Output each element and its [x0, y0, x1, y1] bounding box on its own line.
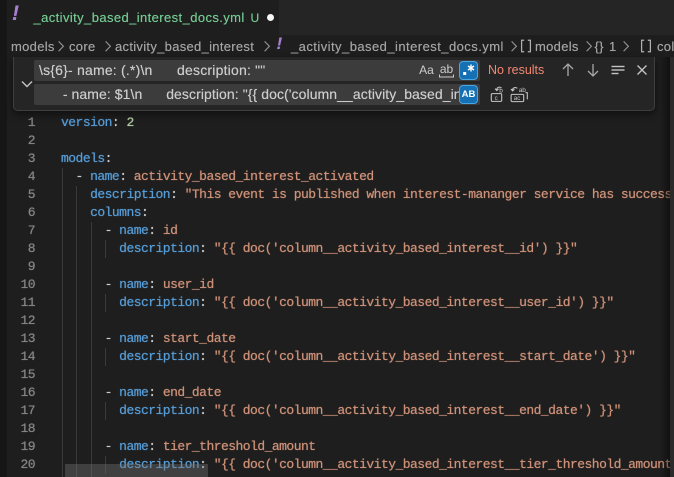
svg-text:c: c: [495, 95, 498, 102]
svg-text:ab: ab: [519, 87, 527, 94]
svg-text:b: b: [499, 87, 503, 94]
svg-text:ac: ac: [514, 95, 521, 102]
